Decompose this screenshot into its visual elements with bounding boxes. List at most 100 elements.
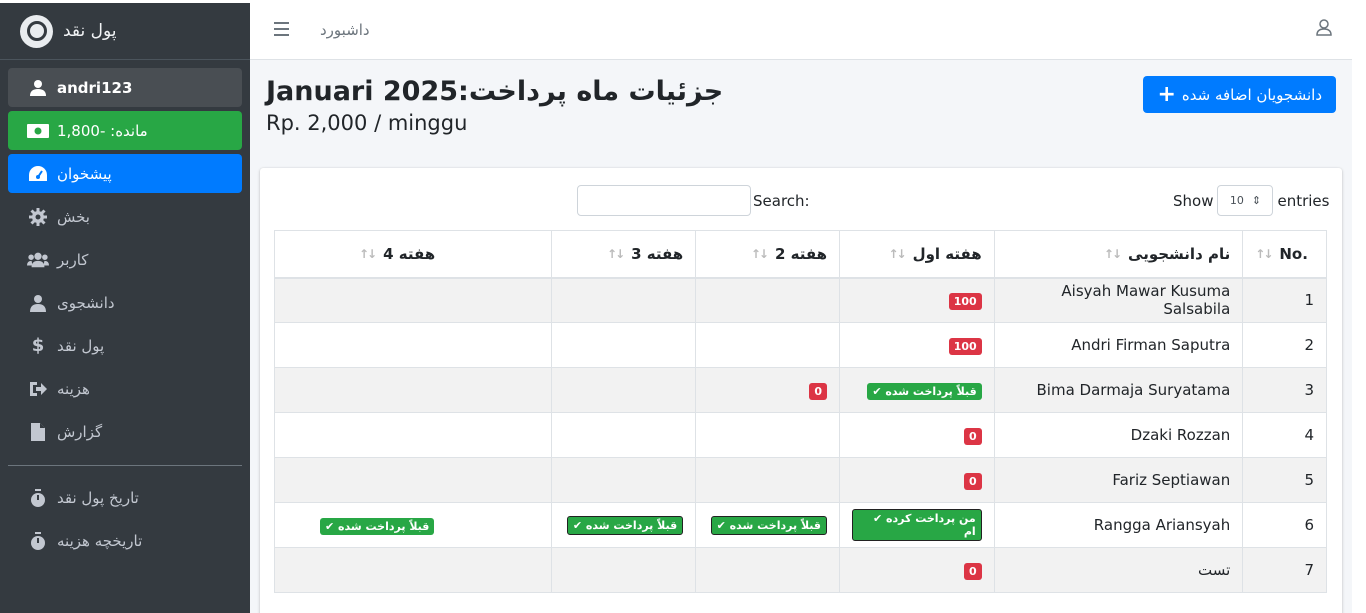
main-content: Januari 2025:جزئیات ماه پرداخت Rp. 2,000… [250,60,1352,613]
row-number-cell: 7 [1242,547,1327,593]
week-2-cell: 0 [695,367,841,413]
sidebar-balance-label: مانده: -1,800 [57,121,148,140]
brand-name: پول نقد [63,21,117,41]
sign-out-icon [27,379,49,399]
table-search: Search: [577,185,810,216]
entries-select[interactable]: 10 ⇕ [1217,185,1274,216]
sidebar-item-label: پیشخوان [57,164,112,183]
user-menu-icon[interactable] [1316,19,1332,40]
week-1-cell: 0 [839,412,995,458]
student-name-cell: Dzaki Rozzan [993,412,1244,458]
amount-badge[interactable]: 0 [964,562,982,580]
week-2-cell [695,322,841,368]
sidebar-item-label: کاربر [57,250,89,269]
student-name-cell: Bima Darmaja Suryatama [993,367,1244,413]
week-3-cell [551,547,697,593]
sidebar-item-label: بخش [57,207,90,226]
column-header-week4[interactable]: ↑↓ هفته 4 [273,230,553,279]
column-header-week1[interactable]: ↑↓ هفته اول [839,230,995,279]
sidebar-item-label: تاریخ پول نقد [57,488,139,507]
paid-badge[interactable]: ✔ قبلاً پرداخت شده [867,382,982,400]
sidebar-item-label: دانشجوی [57,293,115,312]
table-row: 100 Aisyah Mawar Kusuma Salsabila 1 [273,277,1327,323]
top-navbar: داشبورد [250,3,1352,60]
sidebar-item-users[interactable]: کاربر [8,240,242,279]
column-header-no[interactable]: ↑↓ No. [1242,230,1327,279]
week-1-cell: 0 [839,457,995,503]
week-3-cell [551,322,697,368]
row-number-cell: 4 [1242,412,1327,458]
student-name-cell: Aisyah Mawar Kusuma Salsabila [993,277,1244,323]
entries-length-control: Show 10 ⇕ entries [1173,185,1329,216]
sort-updown-icon: ⇕ [1251,194,1262,207]
sidebar-item-label: تاریخچه هزینه [57,531,143,550]
sidebar-user[interactable]: andri123 [8,68,242,107]
row-number-cell: 2 [1242,322,1327,368]
add-students-button[interactable]: + دانشجویان اضافه شده [1143,76,1336,113]
column-header-week3[interactable]: ↑↓ هفته 3 [551,230,697,279]
row-number-cell: 6 [1242,502,1327,548]
file-icon [27,422,49,442]
sort-icon: ↑↓ [607,246,625,261]
table-row: 0 Fariz Septiawan 5 [273,457,1327,503]
student-name-cell: تست [993,547,1244,593]
show-label: Show [1173,191,1214,210]
table-row: 0 تست 7 [273,547,1327,593]
amount-badge[interactable]: 100 [948,292,982,310]
paid-badge[interactable]: ✔ من پرداخت کرده ام [852,509,982,541]
dollar-icon: $ [31,335,45,356]
paid-badge[interactable]: ✔ قبلاً پرداخت شده [566,516,684,535]
sidebar-item-report[interactable]: گزارش [8,412,242,451]
row-number-cell: 3 [1242,367,1327,413]
week-4-cell [273,457,553,503]
users-icon [27,250,49,270]
paid-badge[interactable]: ✔ قبلاً پرداخت شده [710,516,828,535]
add-students-button-label: دانشجویان اضافه شده [1181,85,1322,104]
column-header-name[interactable]: ↑↓ نام دانشجویی [993,230,1244,279]
brand[interactable]: پول نقد [0,3,250,60]
sidebar-balance[interactable]: مانده: -1,800 [8,111,242,150]
sidebar-item-cash-history[interactable]: تاریخ پول نقد [8,478,242,517]
user-graduate-icon [27,293,49,313]
week-2-cell [695,277,841,323]
table-header-row: ↑↓ هفته 4 ↑↓ هفته 3 ↑↓ هفته 2 ↑↓ هفته اول ↑↓… [273,230,1327,279]
week-1-cell: ✔ قبلاً پرداخت شده [839,367,995,413]
sort-icon: ↑↓ [888,246,906,261]
search-input[interactable] [577,185,751,216]
week-4-cell [273,277,553,323]
brand-logo [20,14,53,48]
sidebar-nav: andri123 مانده: -1,800 پیشخوان بخش کاربر [0,60,250,560]
amount-badge[interactable]: 0 [964,427,982,445]
amount-badge[interactable]: 0 [809,382,828,400]
amount-badge[interactable]: 100 [948,337,982,355]
column-header-week2[interactable]: ↑↓ هفته 2 [695,230,841,279]
sidebar-item-section[interactable]: بخش [8,197,242,236]
sidebar-item-students[interactable]: دانشجوی [8,283,242,322]
sidebar-item-dashboard[interactable]: پیشخوان [8,154,242,193]
table-row: 0 ✔ قبلاً پرداخت شده Bima Darmaja Suryatam… [273,367,1327,413]
sidebar-item-expense-history[interactable]: تاریخچه هزینه [8,521,242,560]
table-row: ✔ قبلاً پرداخت شده ✔ قبلاً پرداخت شده ✔ قب… [273,502,1327,548]
sidebar-item-label: هزینه [57,379,90,398]
page-subtitle: Rp. 2,000 / minggu [266,111,468,135]
sidebar-item-cash[interactable]: $ پول نقد [8,326,242,365]
row-number-cell: 5 [1242,457,1327,503]
stopwatch-icon [27,531,49,551]
student-name-cell: Andri Firman Saputra [993,322,1244,368]
week-1-cell: 100 [839,322,995,368]
amount-badge[interactable]: 0 [964,472,982,490]
hamburger-menu-icon[interactable] [274,22,289,40]
paid-badge[interactable]: ✔ قبلاً پرداخت شده [320,517,435,535]
week-3-cell [551,367,697,413]
topbar-dashboard-link[interactable]: داشبورد [320,21,370,39]
week-3-cell [551,412,697,458]
sidebar-user-name: andri123 [57,78,133,97]
page-title: Januari 2025:جزئیات ماه پرداخت [266,76,724,107]
week-2-cell [695,412,841,458]
sort-icon: ↑↓ [750,246,769,261]
week-4-cell [273,547,553,593]
search-label: Search: [753,191,810,210]
entries-label: entries [1277,191,1330,210]
week-2-cell [695,457,841,503]
sidebar-item-expense[interactable]: هزینه [8,369,242,408]
